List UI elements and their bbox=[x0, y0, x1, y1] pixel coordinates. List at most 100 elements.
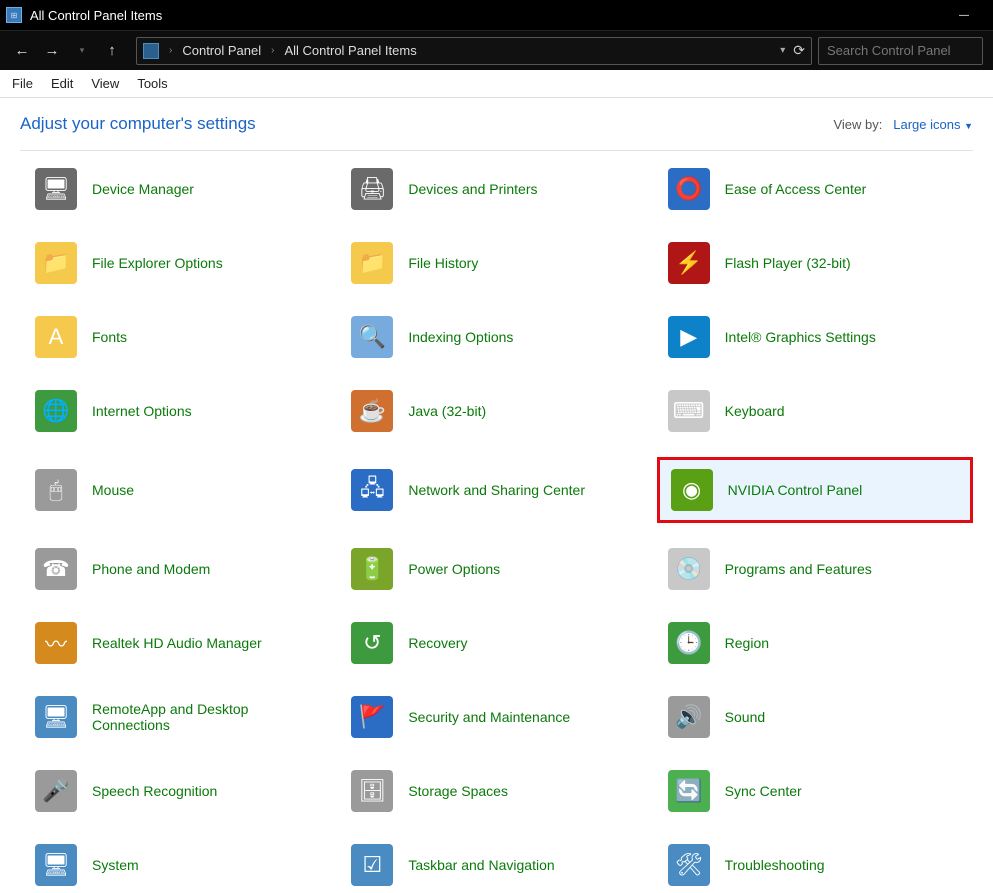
keyboard-icon: ⌨ bbox=[665, 387, 713, 435]
flash-player-icon: ⚡ bbox=[665, 239, 713, 287]
speech-recog-icon: 🎤 bbox=[32, 767, 80, 815]
control-panel-item[interactable]: ⭕Ease of Access Center bbox=[657, 161, 973, 217]
control-panel-item[interactable]: ◉ NVIDIA Control Panel bbox=[657, 457, 973, 523]
sound-icon: 🔊 bbox=[665, 693, 713, 741]
item-label: Network and Sharing Center bbox=[408, 482, 585, 498]
menubar: File Edit View Tools bbox=[0, 70, 993, 98]
item-label: Taskbar and Navigation bbox=[408, 857, 554, 873]
power-options-icon: 🔋 bbox=[348, 545, 396, 593]
refresh-button[interactable]: ⟳ bbox=[793, 42, 805, 59]
control-panel-item[interactable]: 🕒 Region bbox=[657, 615, 973, 671]
control-panel-item[interactable]: 🔄Sync Center bbox=[657, 763, 973, 819]
navbar: ← → ▾ ↑ › Control Panel › All Control Pa… bbox=[0, 30, 993, 70]
control-panel-item[interactable]: 🛠Troubleshooting bbox=[657, 837, 973, 893]
control-panel-item[interactable]: 💿 Programs and Features bbox=[657, 541, 973, 597]
nav-back-button[interactable]: ← bbox=[10, 39, 34, 63]
item-label: Keyboard bbox=[725, 403, 785, 419]
internet-options-icon: 🌐 bbox=[32, 387, 80, 435]
address-bar[interactable]: › Control Panel › All Control Panel Item… bbox=[136, 37, 812, 65]
control-panel-item[interactable]: 🔋Power Options bbox=[340, 541, 656, 597]
nvidia-control-icon: ◉ bbox=[668, 466, 716, 514]
page-title: Adjust your computer's settings bbox=[20, 114, 256, 134]
control-panel-item[interactable]: 📁File History bbox=[340, 235, 656, 291]
control-panel-item[interactable]: 🚩Security and Maintenance bbox=[340, 689, 656, 745]
item-label: Indexing Options bbox=[408, 329, 513, 345]
nav-forward-button[interactable]: → bbox=[40, 39, 64, 63]
menu-file[interactable]: File bbox=[12, 76, 33, 91]
system-icon: 🖥 bbox=[32, 841, 80, 889]
item-label: Region bbox=[725, 635, 769, 651]
minimize-button[interactable]: — bbox=[941, 0, 987, 30]
control-panel-item[interactable]: ☑ Taskbar and Navigation bbox=[340, 837, 656, 893]
java-icon: ☕ bbox=[348, 387, 396, 435]
item-label: Storage Spaces bbox=[408, 783, 508, 799]
items-grid: 🖥Device Manager🖨Devices and Printers⭕Eas… bbox=[20, 161, 973, 893]
item-label: Intel® Graphics Settings bbox=[725, 329, 876, 345]
programs-features-icon: 💿 bbox=[665, 545, 713, 593]
item-label: Device Manager bbox=[92, 181, 194, 197]
window-title: All Control Panel Items bbox=[30, 8, 941, 23]
item-label: Flash Player (32-bit) bbox=[725, 255, 851, 271]
control-panel-item[interactable]: ⌨ Keyboard bbox=[657, 383, 973, 439]
control-panel-item[interactable]: ⚡ Flash Player (32-bit) bbox=[657, 235, 973, 291]
remoteapp-icon: 🖥 bbox=[32, 693, 80, 741]
breadcrumb-root[interactable]: Control Panel bbox=[178, 41, 265, 60]
control-panel-item[interactable]: 〰 Realtek HD Audio Manager bbox=[24, 615, 340, 671]
control-panel-item[interactable]: 🖧 Network and Sharing Center bbox=[340, 457, 656, 523]
menu-tools[interactable]: Tools bbox=[137, 76, 167, 91]
item-label: Fonts bbox=[92, 329, 127, 345]
control-panel-item[interactable]: 🖥System bbox=[24, 837, 340, 893]
search-placeholder: Search Control Panel bbox=[827, 43, 951, 58]
menu-edit[interactable]: Edit bbox=[51, 76, 73, 91]
view-by-dropdown[interactable]: Large icons ▼ bbox=[893, 117, 973, 132]
chevron-down-icon: ▼ bbox=[964, 121, 973, 131]
control-panel-item[interactable]: 🎤Speech Recognition bbox=[24, 763, 340, 819]
control-panel-item[interactable]: 🗄 Storage Spaces bbox=[340, 763, 656, 819]
control-panel-item[interactable]: ↺Recovery bbox=[340, 615, 656, 671]
chevron-right-icon: › bbox=[167, 45, 174, 56]
devices-printers-icon: 🖨 bbox=[348, 165, 396, 213]
item-label: Realtek HD Audio Manager bbox=[92, 635, 262, 651]
search-input[interactable]: Search Control Panel bbox=[818, 37, 983, 65]
control-panel-item[interactable]: 🌐Internet Options bbox=[24, 383, 340, 439]
nav-up-button[interactable]: ↑ bbox=[100, 39, 124, 63]
control-panel-item[interactable]: 🖨Devices and Printers bbox=[340, 161, 656, 217]
control-panel-item[interactable]: 🖥 RemoteApp and Desktop Connections bbox=[24, 689, 340, 745]
control-panel-item[interactable]: 🔍 Indexing Options bbox=[340, 309, 656, 365]
control-panel-item[interactable]: 🔊 Sound bbox=[657, 689, 973, 745]
item-label: File History bbox=[408, 255, 478, 271]
control-panel-item[interactable]: 🖥Device Manager bbox=[24, 161, 340, 217]
item-label: Sound bbox=[725, 709, 765, 725]
item-label: Java (32-bit) bbox=[408, 403, 486, 419]
titlebar: ⊞ All Control Panel Items — bbox=[0, 0, 993, 30]
control-panel-item[interactable]: ☎Phone and Modem bbox=[24, 541, 340, 597]
address-bar-icon bbox=[143, 43, 159, 59]
control-panel-item[interactable]: ▶Intel® Graphics Settings bbox=[657, 309, 973, 365]
view-by-label: View by: bbox=[833, 117, 882, 132]
mouse-icon: 🖱 bbox=[32, 466, 80, 514]
item-label: Programs and Features bbox=[725, 561, 872, 577]
breadcrumb-current[interactable]: All Control Panel Items bbox=[280, 41, 420, 60]
nav-recent-dropdown[interactable]: ▾ bbox=[70, 39, 94, 63]
item-label: File Explorer Options bbox=[92, 255, 223, 271]
troubleshooting-icon: 🛠 bbox=[665, 841, 713, 889]
address-dropdown-icon[interactable]: ▾ bbox=[780, 45, 785, 56]
control-panel-item[interactable]: 🖱Mouse bbox=[24, 457, 340, 523]
storage-spaces-icon: 🗄 bbox=[348, 767, 396, 815]
menu-view[interactable]: View bbox=[91, 76, 119, 91]
indexing-options-icon: 🔍 bbox=[348, 313, 396, 361]
fonts-icon: A bbox=[32, 313, 80, 361]
taskbar-nav-icon: ☑ bbox=[348, 841, 396, 889]
item-label: RemoteApp and Desktop Connections bbox=[92, 701, 312, 733]
control-panel-item[interactable]: A Fonts bbox=[24, 309, 340, 365]
phone-modem-icon: ☎ bbox=[32, 545, 80, 593]
control-panel-item[interactable]: 📁File Explorer Options bbox=[24, 235, 340, 291]
network-sharing-icon: 🖧 bbox=[348, 466, 396, 514]
item-label: NVIDIA Control Panel bbox=[728, 482, 863, 498]
item-label: Ease of Access Center bbox=[725, 181, 867, 197]
content-area: Adjust your computer's settings View by:… bbox=[0, 98, 993, 893]
control-panel-item[interactable]: ☕ Java (32-bit) bbox=[340, 383, 656, 439]
region-icon: 🕒 bbox=[665, 619, 713, 667]
realtek-audio-icon: 〰 bbox=[32, 619, 80, 667]
security-maint-icon: 🚩 bbox=[348, 693, 396, 741]
